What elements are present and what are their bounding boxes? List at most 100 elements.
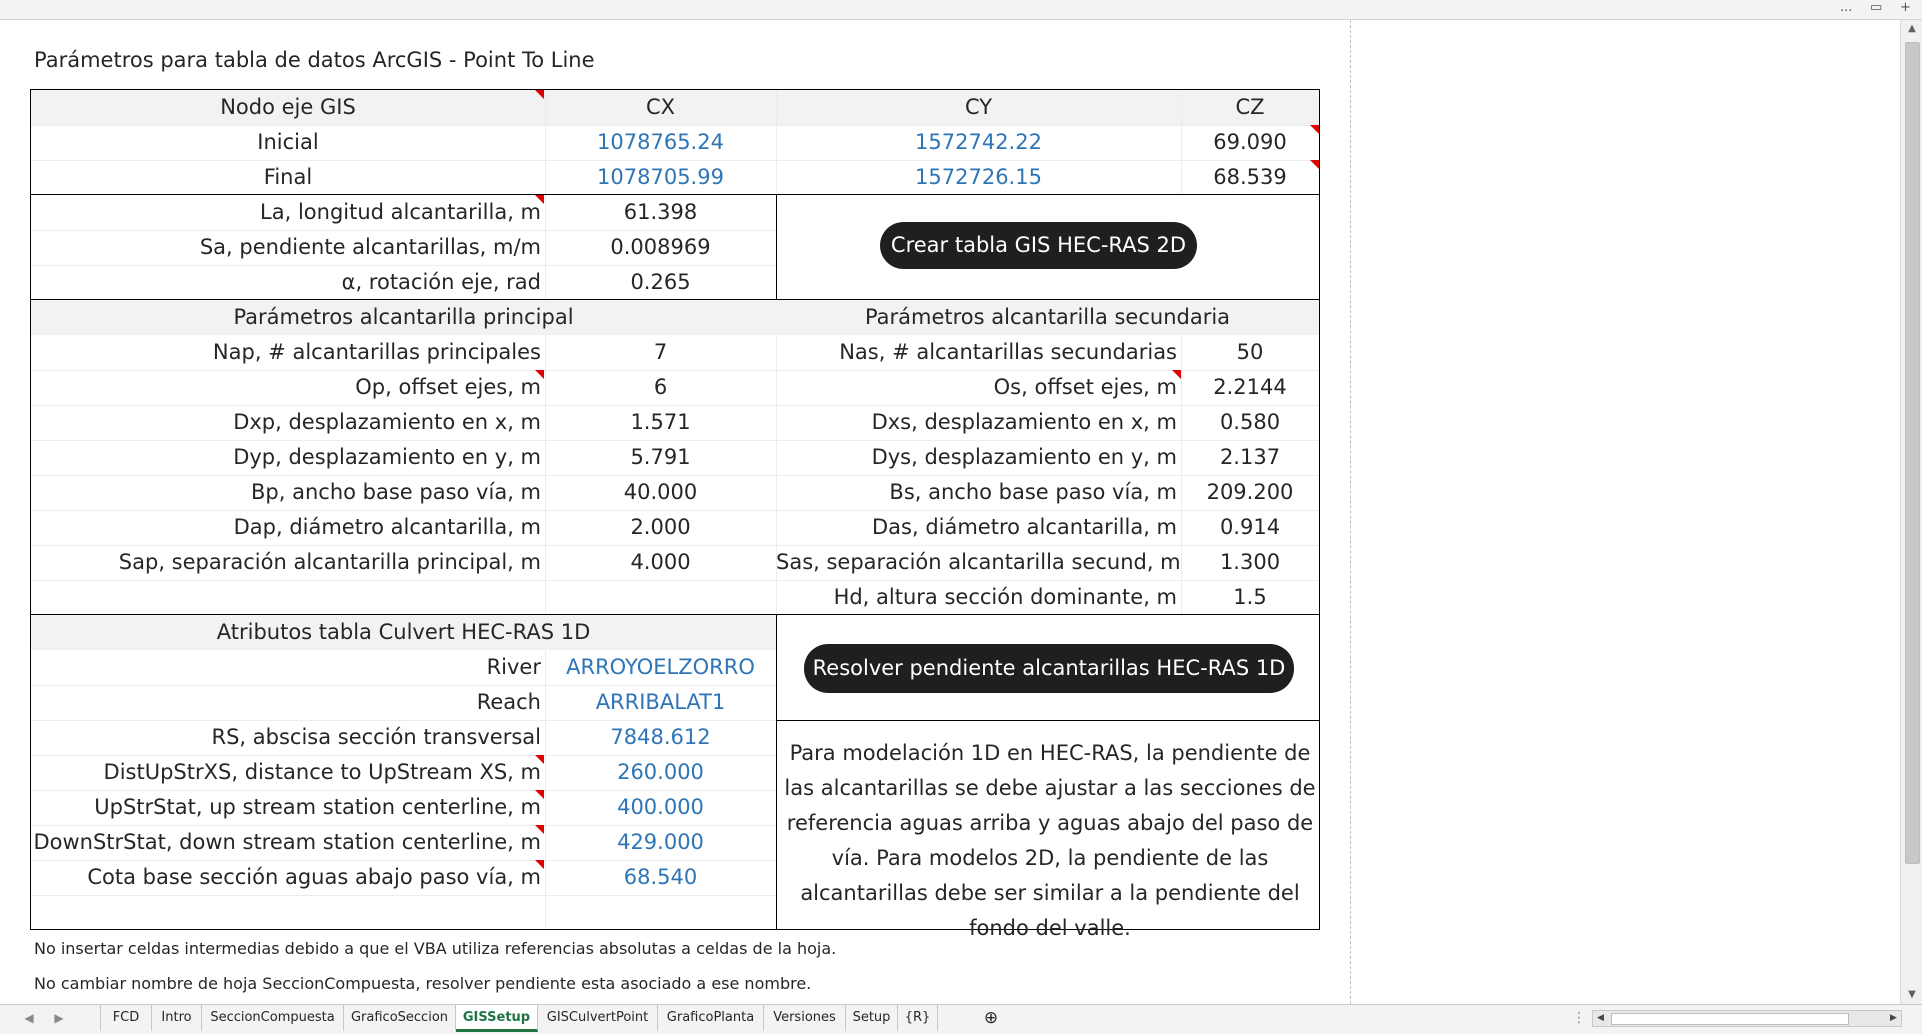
culvert-label: Reach (476, 690, 541, 714)
culvert-header: Atributos tabla Culvert HEC-RAS 1D (216, 620, 591, 644)
comment-marker-icon[interactable] (535, 825, 544, 834)
prev-sheet-icon[interactable]: ◀ (20, 1005, 38, 1031)
culvert-label: UpStrStat, up stream station centerline,… (94, 795, 541, 819)
principal-value[interactable]: 7 (545, 335, 776, 370)
culvert-label: DistUpStrXS, distance to UpStream XS, m (103, 760, 541, 784)
scroll-up-icon[interactable]: ▲ (1901, 20, 1922, 38)
node-cy-inicial[interactable]: 1572742.22 (776, 125, 1181, 160)
comment-marker-icon[interactable] (535, 195, 544, 204)
principal-value[interactable]: 40.000 (545, 475, 776, 510)
add-sheet-icon[interactable]: ⊕ (976, 1005, 1006, 1031)
comment-marker-icon[interactable] (1310, 160, 1319, 169)
scroll-down-icon[interactable]: ▼ (1901, 986, 1922, 1004)
scroll-left-icon[interactable]: ◀ (1593, 1011, 1608, 1026)
culvert-value[interactable]: 260.000 (545, 755, 776, 790)
tab-seccioncompuesta[interactable]: SeccionCompuesta (202, 1005, 344, 1031)
tab-graficoseccion[interactable]: GraficoSeccion (344, 1005, 456, 1031)
tab-versiones[interactable]: Versiones (764, 1005, 846, 1031)
solve-slope-button[interactable]: Resolver pendiente alcantarillas HEC-RAS… (804, 644, 1294, 693)
scroll-right-icon[interactable]: ▶ (1886, 1011, 1901, 1026)
node-cx-final[interactable]: 1078705.99 (545, 160, 776, 195)
geometry-value[interactable]: 0.008969 (545, 230, 776, 265)
secundaria-label: Nas, # alcantarillas secundarias (839, 340, 1177, 364)
node-name-inicial: Inicial (257, 130, 319, 154)
horizontal-scrollbar[interactable]: ◀ ▶ (1592, 1010, 1902, 1027)
principal-value[interactable]: 4.000 (545, 545, 776, 580)
principal-label: Nap, # alcantarillas principales (212, 340, 541, 364)
node-cz-inicial[interactable]: 69.090 (1181, 125, 1319, 160)
geometry-label: α, rotación eje, rad (341, 270, 541, 294)
secundaria-value[interactable]: 2.2144 (1181, 370, 1319, 405)
next-sheet-icon[interactable]: ▶ (50, 1005, 68, 1031)
comment-marker-icon[interactable] (1310, 125, 1319, 134)
secundaria-value[interactable]: 0.914 (1181, 510, 1319, 545)
note-text: No cambiar nombre de hoja SeccionCompues… (34, 974, 812, 993)
note-text: No insertar celdas intermedias debido a … (34, 939, 837, 958)
horizontal-scroll-thumb[interactable] (1611, 1013, 1849, 1025)
principal-label: Dyp, desplazamiento en y, m (233, 445, 541, 469)
sheet-tab-bar: ◀ ▶ FCD Intro SeccionCompuesta GraficoSe… (0, 1004, 1922, 1034)
culvert-value[interactable]: 429.000 (545, 825, 776, 860)
table-border (776, 720, 1320, 721)
principal-value[interactable]: 5.791 (545, 440, 776, 475)
principal-value[interactable]: 6 (545, 370, 776, 405)
node-cz-final[interactable]: 68.539 (1181, 160, 1319, 195)
more-options-icon[interactable]: ... (1840, 0, 1852, 15)
vertical-scrollbar[interactable]: ▲ ▼ (1900, 20, 1922, 1004)
tab-fcd[interactable]: FCD (100, 1005, 152, 1031)
node-cx-inicial[interactable]: 1078765.24 (545, 125, 776, 160)
tab-gissetup[interactable]: GISSetup (456, 1005, 538, 1032)
geometry-value[interactable]: 61.398 (545, 195, 776, 230)
principal-label: Dap, diámetro alcantarilla, m (233, 515, 541, 539)
page-break-line (1350, 20, 1351, 1004)
secundaria-label: Sas, separación alcantarilla secund, m (776, 550, 1181, 574)
culvert-value[interactable]: 68.540 (545, 860, 776, 895)
principal-label: Dxp, desplazamiento en x, m (233, 410, 541, 434)
secundaria-value[interactable]: 209.200 (1181, 475, 1319, 510)
secundaria-label: Hd, altura sección dominante, m (833, 585, 1177, 609)
secundaria-header: Parámetros alcantarilla secundaria (864, 305, 1231, 329)
tab-setup[interactable]: Setup (846, 1005, 898, 1031)
culvert-value[interactable]: ARRIBALAT1 (545, 685, 776, 720)
principal-value[interactable]: 1.571 (545, 405, 776, 440)
create-gis-table-button[interactable]: Crear tabla GIS HEC-RAS 2D (880, 222, 1197, 269)
geometry-value[interactable]: 0.265 (545, 265, 776, 300)
secundaria-value[interactable]: 1.5 (1181, 580, 1319, 615)
comment-marker-icon[interactable] (535, 790, 544, 799)
secundaria-label: Bs, ancho base paso vía, m (889, 480, 1177, 504)
node-name-final: Final (263, 165, 313, 189)
sheet-title: Parámetros para tabla de datos ArcGIS - … (34, 48, 595, 72)
secundaria-value[interactable]: 1.300 (1181, 545, 1319, 580)
comment-marker-icon[interactable] (535, 860, 544, 869)
header-cx: CX (645, 95, 676, 119)
culvert-value[interactable]: 7848.612 (545, 720, 776, 755)
comment-marker-icon[interactable] (535, 755, 544, 764)
comment-marker-icon[interactable] (535, 370, 544, 379)
node-cy-final[interactable]: 1572726.15 (776, 160, 1181, 195)
window-top-bar: ... ▭ + (0, 0, 1922, 20)
vertical-scroll-thumb[interactable] (1905, 42, 1920, 864)
principal-label: Op, offset ejes, m (355, 375, 541, 399)
restore-icon[interactable]: ▭ (1870, 0, 1882, 15)
principal-value[interactable]: 2.000 (545, 510, 776, 545)
secundaria-value[interactable]: 2.137 (1181, 440, 1319, 475)
table-border (776, 194, 777, 300)
geometry-label: Sa, pendiente alcantarillas, m/m (199, 235, 541, 259)
culvert-label: RS, abscisa sección transversal (211, 725, 541, 749)
header-cy: CY (964, 95, 993, 119)
principal-header: Parámetros alcantarilla principal (233, 305, 574, 329)
comment-marker-icon[interactable] (1172, 370, 1181, 379)
secundaria-value[interactable]: 0.580 (1181, 405, 1319, 440)
culvert-label: River (486, 655, 541, 679)
culvert-value[interactable]: ARROYOELZORRO (545, 650, 776, 685)
tab-r[interactable]: {R} (898, 1005, 938, 1031)
tab-graficoplanta[interactable]: GraficoPlanta (658, 1005, 764, 1031)
secundaria-label: Das, diámetro alcantarilla, m (871, 515, 1177, 539)
close-icon[interactable]: + (1900, 0, 1911, 15)
tab-gisculvertpoint[interactable]: GISCulvertPoint (538, 1005, 658, 1031)
tab-intro[interactable]: Intro (152, 1005, 202, 1031)
secundaria-value[interactable]: 50 (1181, 335, 1319, 370)
comment-marker-icon[interactable] (535, 90, 544, 99)
culvert-value[interactable]: 400.000 (545, 790, 776, 825)
tab-split-handle-icon[interactable]: ⋮ (1570, 1005, 1588, 1031)
